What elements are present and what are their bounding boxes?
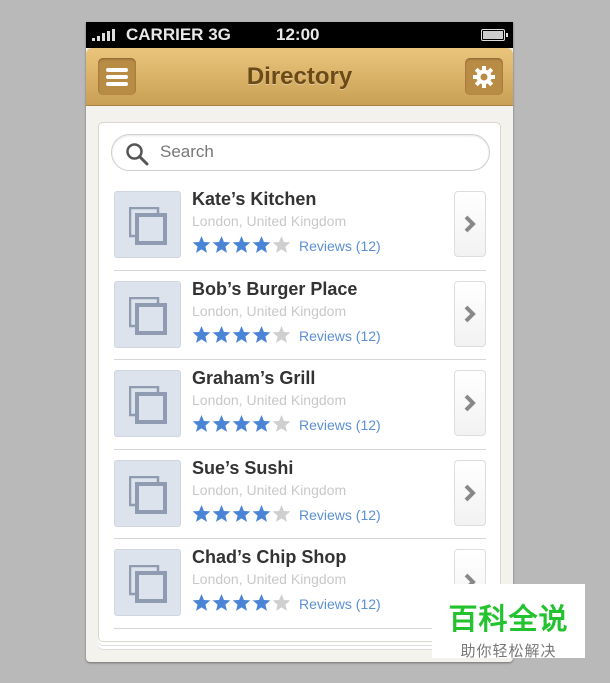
item-name[interactable]: Graham’s Grill [192, 368, 315, 389]
item-name[interactable]: Bob’s Burger Place [192, 279, 357, 300]
detail-button[interactable] [454, 370, 486, 436]
star-icon [272, 236, 291, 259]
list-item[interactable]: Bob’s Burger Place London, United Kingdo… [114, 271, 486, 360]
image-placeholder-icon [129, 207, 167, 245]
settings-button[interactable] [465, 58, 503, 95]
page-title: Directory [246, 63, 353, 90]
item-name[interactable]: Kate’s Kitchen [192, 189, 316, 210]
list-item[interactable]: Kate’s Kitchen London, United Kingdom Re… [114, 181, 486, 271]
image-placeholder-icon [129, 565, 167, 603]
star-icon [272, 504, 291, 528]
detail-button[interactable] [454, 191, 486, 257]
rating-stars [192, 594, 291, 617]
signal-icon [92, 29, 115, 41]
gear-icon [473, 65, 495, 88]
reviews-link[interactable]: Reviews (12) [299, 238, 381, 254]
chevron-right-icon [464, 305, 476, 322]
thumbnail-placeholder [114, 280, 181, 348]
star-icon [232, 325, 251, 349]
reviews-link[interactable]: Reviews (12) [299, 328, 381, 344]
search-input[interactable] [160, 142, 460, 162]
list-item[interactable]: Graham’s Grill London, United Kingdom Re… [114, 360, 486, 450]
star-icon [272, 325, 291, 349]
battery-icon [481, 29, 508, 41]
star-icon [252, 236, 271, 259]
item-location: London, United Kingdom [192, 302, 347, 319]
star-icon [192, 415, 211, 438]
star-icon [272, 594, 291, 617]
chevron-right-icon [464, 215, 476, 233]
star-icon [232, 415, 251, 438]
star-icon [192, 504, 211, 528]
item-location: London, United Kingdom [192, 392, 347, 408]
list-item[interactable]: Sue’s Sushi London, United Kingdom Revie… [114, 450, 486, 539]
search-icon [126, 143, 149, 166]
carrier-label: CARRIER 3G [126, 25, 231, 44]
chevron-right-icon [464, 484, 476, 501]
rating-stars [192, 325, 291, 349]
star-icon [252, 504, 271, 528]
detail-button[interactable] [454, 459, 486, 526]
rating-stars [192, 236, 291, 259]
star-icon [212, 236, 231, 259]
reviews-link[interactable]: Reviews (12) [299, 507, 381, 523]
image-placeholder-icon [129, 386, 167, 424]
directory-card: Kate’s Kitchen London, United Kingdom Re… [98, 122, 501, 642]
reviews-link[interactable]: Reviews (12) [299, 417, 381, 433]
watermark-title: 百科全说 [448, 604, 569, 636]
star-icon [192, 236, 211, 259]
phone-screen: CARRIER 3G 12:00 Directory Kate’s Kitche… [86, 22, 513, 662]
item-name[interactable]: Chad’s Chip Shop [192, 547, 346, 568]
image-placeholder-icon [129, 296, 167, 335]
star-icon [252, 325, 271, 349]
star-icon [232, 594, 251, 617]
clock: 12:00 [276, 25, 320, 44]
search-field[interactable] [111, 134, 490, 171]
watermark-subtitle: 助你轻松解决 [460, 643, 557, 660]
star-icon [232, 504, 251, 528]
star-icon [252, 415, 271, 438]
item-location: London, United Kingdom [192, 481, 347, 498]
star-icon [212, 325, 231, 349]
star-icon [192, 594, 211, 617]
star-icon [212, 594, 231, 617]
reviews-link[interactable]: Reviews (12) [299, 596, 381, 612]
star-icon [192, 325, 211, 349]
list-item[interactable]: Chad’s Chip Shop London, United Kingdom … [114, 539, 486, 629]
nav-bar: Directory [86, 48, 513, 106]
directory-list: Kate’s Kitchen London, United Kingdom Re… [99, 181, 500, 629]
thumbnail-placeholder [114, 191, 181, 258]
status-bar: CARRIER 3G 12:00 [86, 22, 513, 48]
item-location: London, United Kingdom [192, 571, 347, 587]
item-name[interactable]: Sue’s Sushi [192, 458, 293, 479]
thumbnail-placeholder [114, 370, 181, 437]
detail-button[interactable] [454, 280, 486, 347]
thumbnail-placeholder [114, 459, 181, 527]
star-icon [252, 594, 271, 617]
star-icon [212, 504, 231, 528]
image-placeholder-icon [129, 475, 167, 514]
item-location: London, United Kingdom [192, 213, 347, 229]
star-icon [212, 415, 231, 438]
watermark: 百科全说 助你轻松解决 [432, 584, 585, 660]
star-icon [272, 415, 291, 438]
chevron-right-icon [464, 394, 476, 412]
star-icon [232, 236, 251, 259]
rating-stars [192, 504, 291, 528]
thumbnail-placeholder [114, 549, 181, 616]
rating-stars [192, 415, 291, 438]
